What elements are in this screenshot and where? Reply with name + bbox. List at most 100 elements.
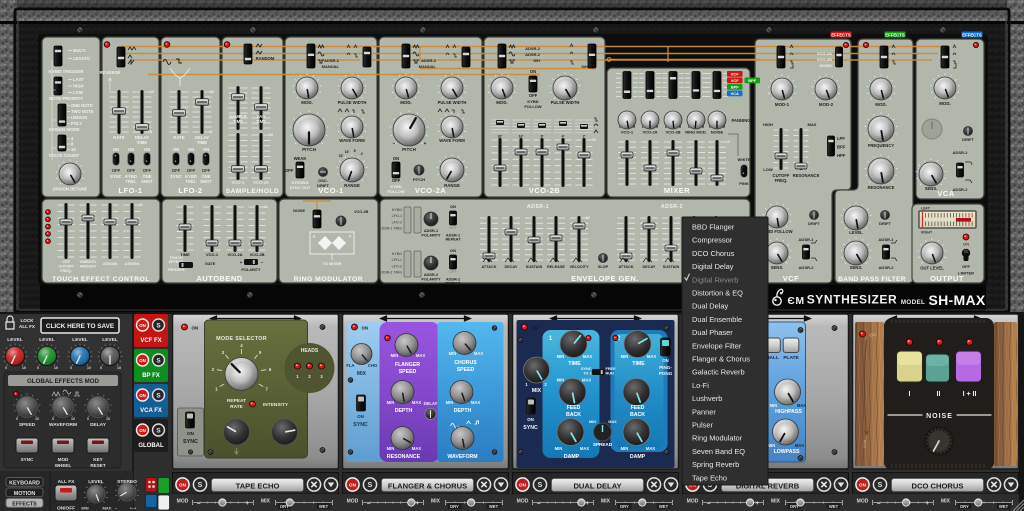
svg-text:Y: Y: [349, 234, 352, 239]
svg-text:FOLLOW: FOLLOW: [387, 189, 405, 194]
svg-text:ON: ON: [188, 147, 194, 152]
svg-text:FREQ.: FREQ.: [775, 178, 788, 183]
svg-text:SUSTAIN: SUSTAIN: [526, 265, 543, 269]
svg-text:PULSE WIDTH: PULSE WIDTH: [551, 100, 580, 105]
svg-text:10: 10: [87, 366, 91, 370]
svg-text:WEAK: WEAK: [294, 156, 307, 161]
svg-text:ON: ON: [139, 323, 146, 328]
svg-text:ALL FX: ALL FX: [58, 479, 76, 485]
svg-text:DELAY: DELAY: [90, 422, 107, 428]
svg-text:PULSE WIDTH: PULSE WIDTH: [338, 100, 367, 105]
svg-text:MOD-2: MOD-2: [819, 102, 834, 107]
svg-text:OFF: OFF: [392, 178, 401, 183]
svg-text:4': 4': [361, 152, 364, 156]
svg-text:10: 10: [71, 417, 75, 421]
svg-text:Panner: Panner: [692, 407, 716, 416]
svg-text:ADSR-2: ADSR-2: [799, 265, 815, 270]
svg-text:WHEEL: WHEEL: [55, 463, 72, 468]
svg-text:GLOBAL EFFECTS MOD: GLOBAL EFFECTS MOD: [27, 378, 100, 385]
svg-text:ADSR-1: ADSR-1: [879, 237, 895, 242]
svg-text:RING MOD.: RING MOD.: [685, 130, 707, 135]
svg-text:10: 10: [264, 205, 268, 209]
svg-text:Flanger & Chorus: Flanger & Chorus: [692, 355, 750, 364]
svg-text:WET: WET: [829, 504, 839, 509]
svg-text:MOD: MOD: [58, 457, 69, 462]
svg-text:NOISE: NOISE: [820, 63, 833, 68]
svg-text:0: 0: [5, 366, 7, 370]
svg-text:VCA FX: VCA FX: [140, 408, 162, 414]
svg-text:DECAY: DECAY: [505, 265, 518, 269]
svg-text:CHORUS: CHORUS: [454, 360, 477, 366]
svg-text:4': 4': [562, 135, 565, 139]
svg-text:OUT LEVEL: OUT LEVEL: [920, 266, 944, 271]
svg-text:TIME: TIME: [256, 119, 266, 124]
svg-text:TRIG.: TRIG.: [185, 179, 196, 184]
svg-text:ADSR-2: ADSR-2: [661, 204, 683, 210]
svg-text:MIX: MIX: [601, 499, 611, 505]
svg-text:0: 0: [100, 366, 102, 370]
svg-text:STEREO: STEREO: [117, 479, 137, 485]
svg-text:LFO-1: LFO-1: [392, 258, 402, 262]
svg-text:VCO-2A: VCO-2A: [253, 180, 269, 185]
svg-text:MOD: MOD: [517, 499, 529, 505]
svg-text:ADSR-2: ADSR-2: [879, 265, 895, 270]
svg-text:SPEED: SPEED: [457, 367, 475, 373]
svg-text:MAX: MAX: [646, 446, 656, 451]
svg-text:PINK: PINK: [739, 181, 749, 186]
svg-text:VCO-1: VCO-1: [621, 130, 634, 135]
svg-text:ON: ON: [527, 417, 534, 422]
svg-text:MIX: MIX: [261, 499, 271, 505]
svg-text:ADSR-2 TRIG: ADSR-2 TRIG: [379, 271, 402, 275]
svg-text:DAMP: DAMP: [630, 454, 646, 460]
svg-text:FREQUENCY: FREQUENCY: [868, 143, 894, 148]
svg-text:LEVEL: LEVEL: [102, 337, 118, 343]
svg-text:WET: WET: [489, 504, 499, 509]
svg-text:II: II: [937, 391, 941, 398]
svg-text:ON: ON: [362, 326, 369, 331]
svg-text:LOW: LOW: [73, 90, 83, 95]
svg-text:LEFT: LEFT: [921, 207, 931, 211]
svg-text:TAPE ECHO: TAPE ECHO: [236, 481, 280, 490]
svg-text:10: 10: [139, 203, 143, 207]
svg-text:LFO-2: LFO-2: [178, 186, 202, 195]
svg-text:OFF: OFF: [449, 269, 458, 274]
svg-text:10: 10: [54, 366, 58, 370]
svg-text:WET: WET: [319, 504, 329, 509]
svg-text:Ring Modulator: Ring Modulator: [692, 434, 743, 443]
svg-text:S/H: S/H: [581, 64, 588, 69]
svg-text:SAMPLE/HOLD: SAMPLE/HOLD: [226, 188, 280, 195]
svg-text:DRIFT: DRIFT: [879, 221, 891, 226]
svg-text:KYBD: KYBD: [392, 208, 403, 212]
svg-text:MOD: MOD: [857, 499, 869, 505]
svg-text:Digital Reverb: Digital Reverb: [692, 275, 738, 284]
svg-text:32': 32': [339, 154, 344, 158]
svg-text:MIN: MIN: [621, 446, 629, 451]
svg-text:TIME: TIME: [197, 140, 208, 145]
svg-text:10: 10: [35, 417, 39, 421]
svg-text:RUN: RUN: [606, 372, 614, 376]
svg-text:SYNC: SYNC: [170, 174, 182, 179]
svg-text:0: 0: [210, 130, 212, 134]
svg-text:S: S: [156, 427, 161, 434]
svg-text:REPEAT: REPEAT: [445, 238, 461, 242]
svg-text:UNISON: UNISON: [71, 115, 87, 120]
svg-text:10: 10: [106, 417, 110, 421]
svg-text:RESONANCE: RESONANCE: [868, 185, 895, 190]
svg-text:VCF: VCF: [731, 72, 740, 77]
svg-text:16': 16': [519, 135, 524, 139]
svg-text:LIMITER: LIMITER: [958, 271, 974, 276]
svg-text:FEED: FEED: [567, 405, 581, 411]
svg-text:BACK: BACK: [630, 412, 645, 418]
svg-text:MIN: MIN: [557, 378, 565, 383]
svg-text:TRIG.: TRIG.: [125, 179, 136, 184]
svg-text:MOD.: MOD.: [939, 101, 950, 106]
svg-text:KEYBOARD: KEYBOARD: [9, 480, 40, 486]
svg-text:ADSR-1 TRIG: ADSR-1 TRIG: [379, 227, 402, 231]
svg-text:LFO-2: LFO-2: [392, 220, 402, 224]
svg-text:ON: ON: [139, 393, 146, 398]
svg-text:+: +: [246, 501, 250, 507]
svg-text:DEPTH: DEPTH: [454, 408, 472, 414]
svg-text:SYNC OUT: SYNC OUT: [290, 185, 311, 190]
svg-text:ON: ON: [963, 242, 969, 247]
svg-text:FLA: FLA: [346, 363, 354, 368]
